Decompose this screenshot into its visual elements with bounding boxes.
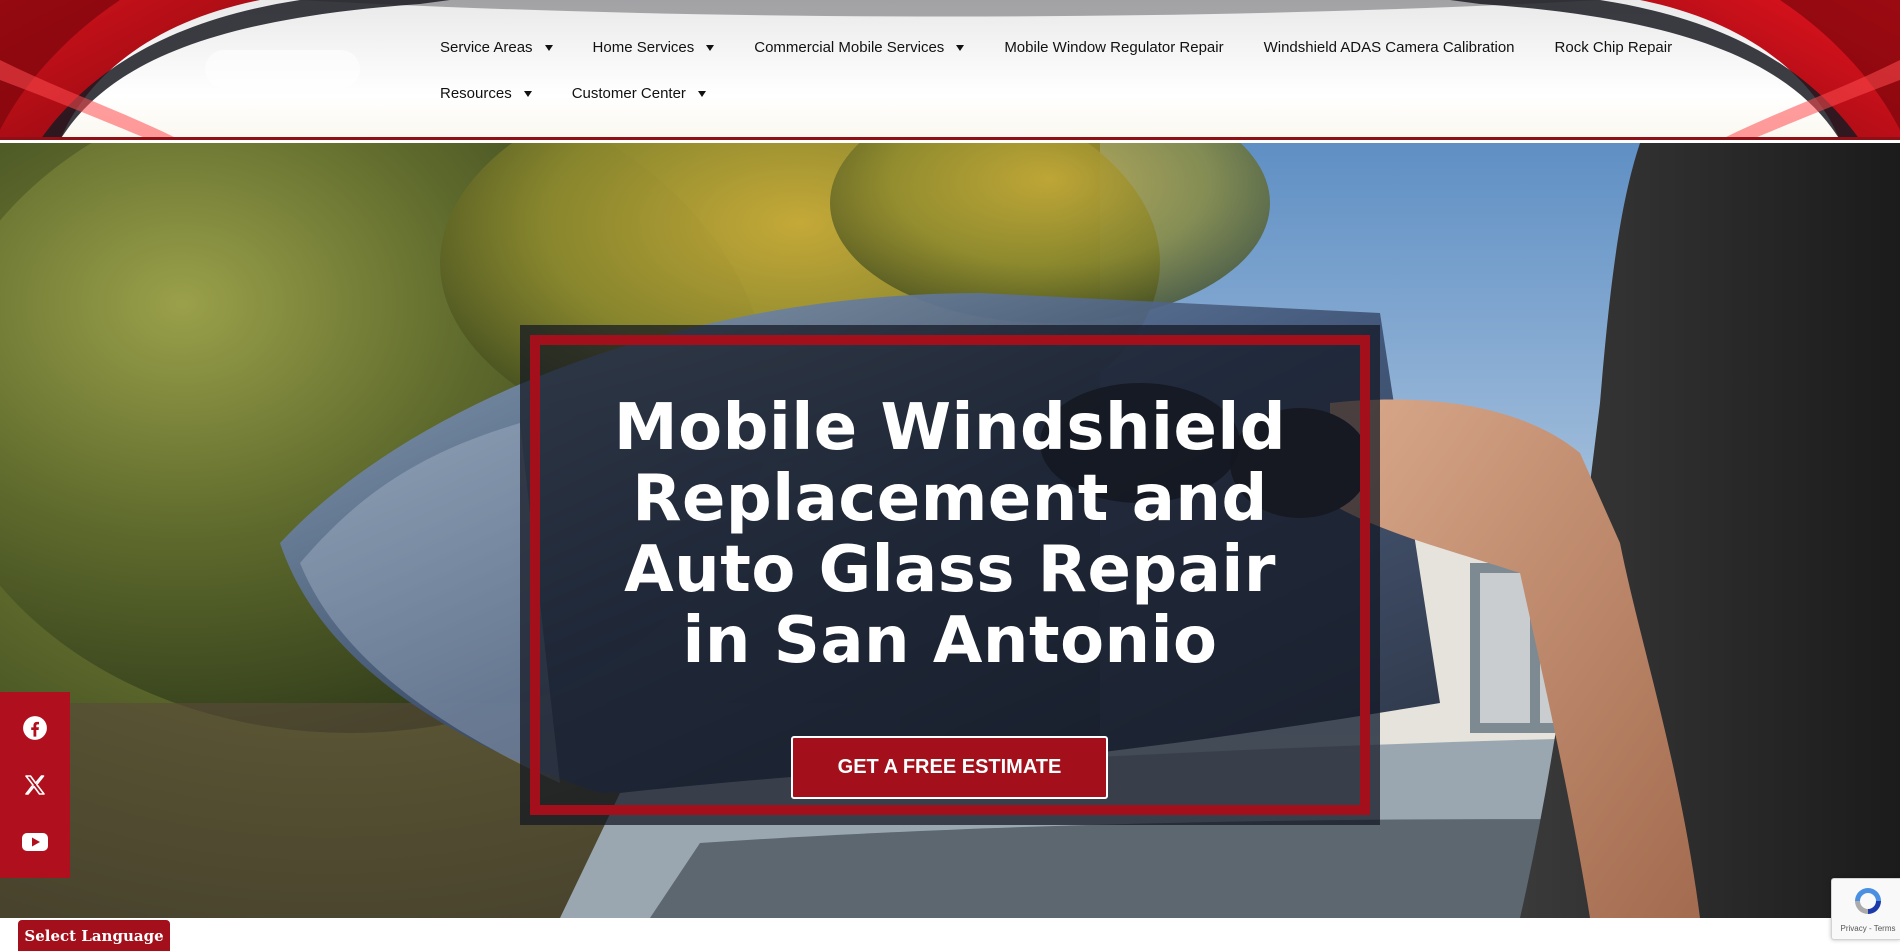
nav-label: Customer Center [571, 84, 686, 102]
nav-label: Commercial Mobile Services [754, 38, 945, 56]
caret-down-icon [697, 90, 706, 97]
logo-placeholder[interactable] [205, 50, 360, 88]
facebook-link[interactable] [18, 711, 52, 745]
nav-item-resources[interactable]: Resources [440, 85, 532, 102]
nav-label: Mobile Window Regulator Repair [1004, 38, 1224, 56]
x-twitter-icon [25, 775, 45, 795]
get-free-estimate-button[interactable]: GET A FREE ESTIMATE [791, 736, 1108, 799]
main-navigation: Service Areas Home Services Commercial M… [440, 24, 1672, 116]
recaptcha-terms-link[interactable]: Terms [1874, 924, 1896, 933]
recaptcha-badge[interactable]: Privacy - Terms [1831, 878, 1900, 940]
hero-title-line: Replacement and [632, 462, 1268, 536]
youtube-link[interactable] [18, 825, 52, 859]
recaptcha-links: Privacy - Terms [1836, 924, 1900, 933]
nav-item-rock-chip-repair[interactable]: Rock Chip Repair [1555, 39, 1673, 56]
social-sidebar [0, 692, 70, 878]
nav-item-adas-camera-calibration[interactable]: Windshield ADAS Camera Calibration [1264, 39, 1515, 56]
nav-row-1: Service Areas Home Services Commercial M… [440, 24, 1672, 70]
nav-item-mobile-window-regulator-repair[interactable]: Mobile Window Regulator Repair [1004, 39, 1223, 56]
nav-item-customer-center[interactable]: Customer Center [572, 85, 706, 102]
recaptcha-separator: - [1866, 924, 1874, 933]
recaptcha-privacy-link[interactable]: Privacy [1841, 924, 1867, 933]
hero-title: Mobile Windshield Replacement and Auto G… [550, 393, 1350, 677]
recaptcha-icon [1855, 888, 1881, 914]
nav-item-commercial-mobile-services[interactable]: Commercial Mobile Services [754, 38, 965, 56]
select-language-button[interactable]: Select Language [18, 920, 170, 951]
caret-down-icon [956, 44, 965, 51]
caret-down-icon [706, 44, 715, 51]
facebook-icon [23, 716, 47, 741]
hero-section: Mobile Windshield Replacement and Auto G… [0, 143, 1900, 918]
nav-label: Rock Chip Repair [1554, 38, 1673, 56]
hero-overlay-box: Mobile Windshield Replacement and Auto G… [520, 325, 1380, 825]
hero-title-line: Auto Glass Repair [624, 533, 1276, 607]
hero-title-line: Mobile Windshield [613, 391, 1287, 465]
nav-item-home-services[interactable]: Home Services [593, 39, 715, 56]
nav-label: Service Areas [440, 38, 533, 56]
nav-row-2: Resources Customer Center [440, 70, 1640, 116]
hero-title-line: in San Antonio [682, 604, 1218, 678]
caret-down-icon [544, 44, 553, 51]
caret-down-icon [523, 90, 532, 97]
nav-label: Home Services [592, 38, 695, 56]
youtube-icon [22, 832, 48, 851]
x-twitter-link[interactable] [18, 768, 52, 802]
nav-item-service-areas[interactable]: Service Areas [440, 39, 553, 56]
site-header: Service Areas Home Services Commercial M… [0, 0, 1900, 140]
nav-label: Windshield ADAS Camera Calibration [1263, 38, 1515, 56]
nav-label: Resources [440, 84, 512, 102]
